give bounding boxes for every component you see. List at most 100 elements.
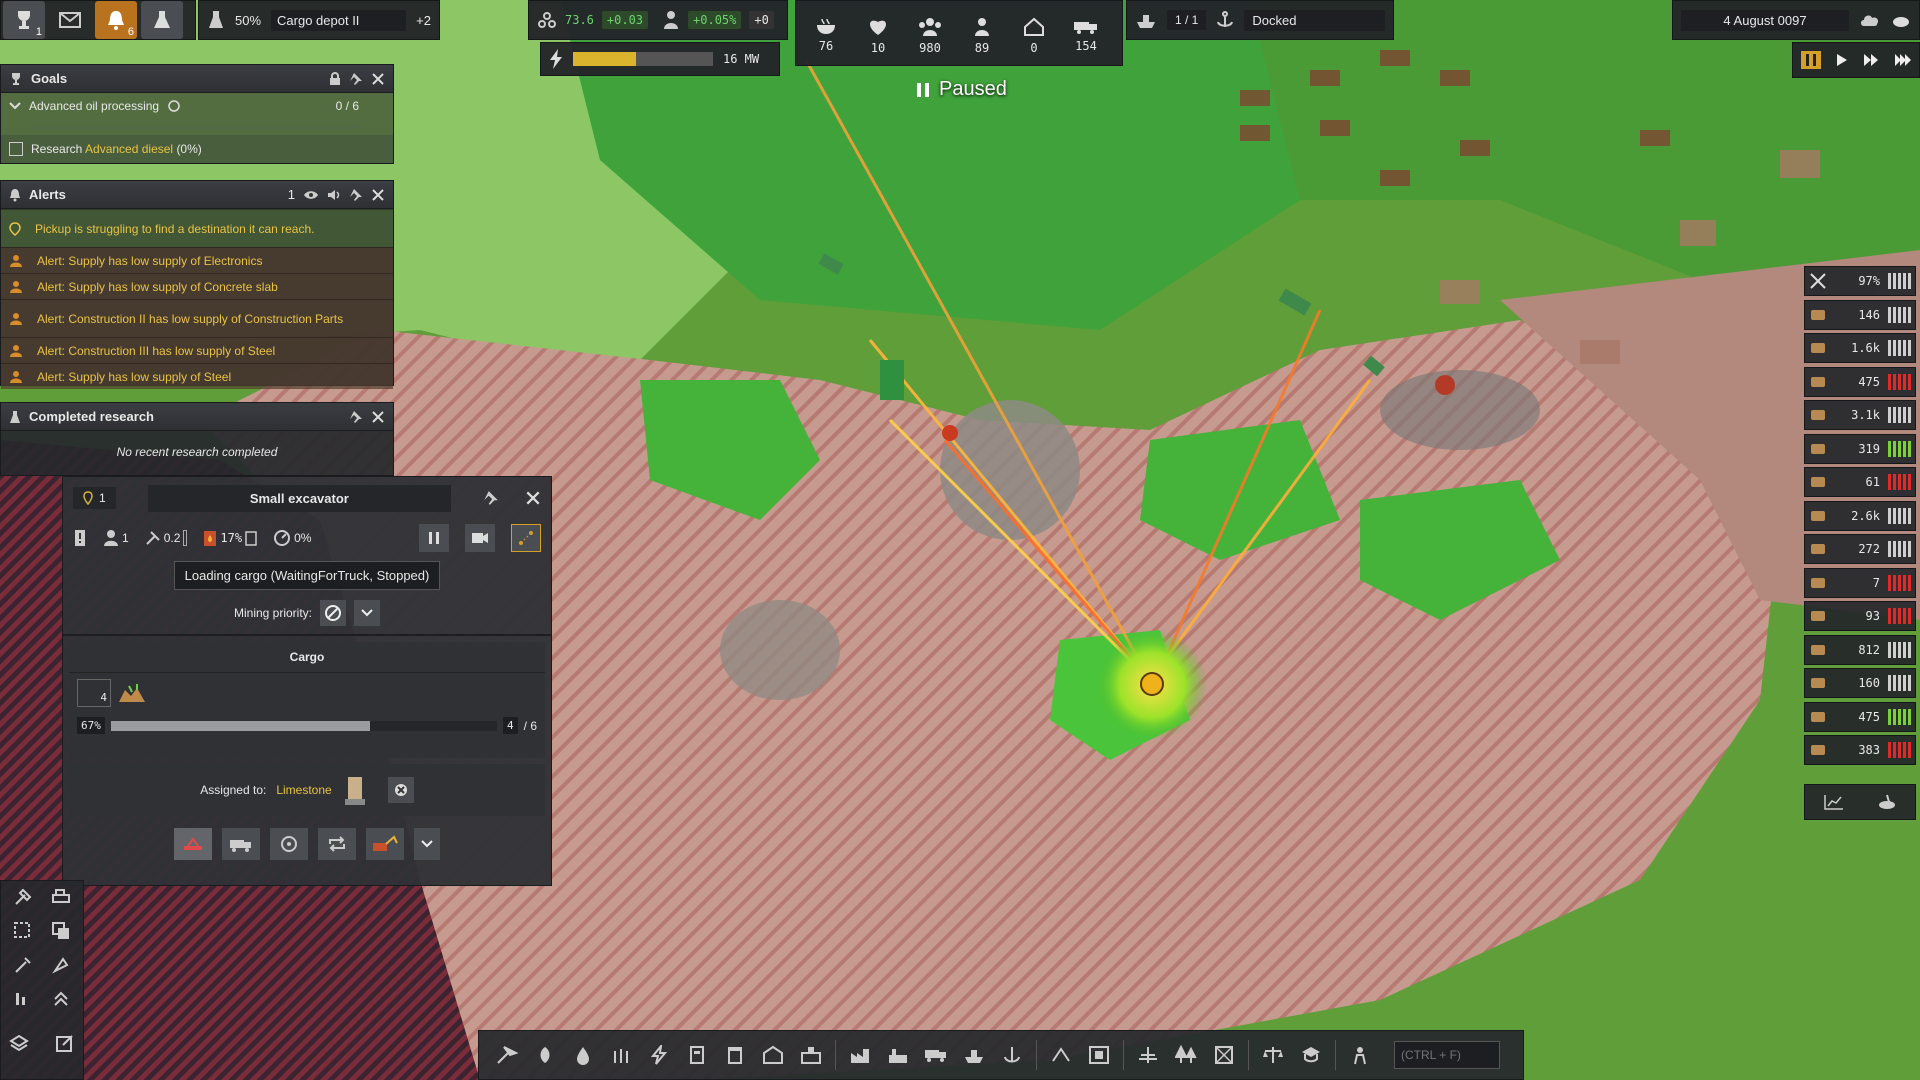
industry-category-icon[interactable]	[842, 1035, 878, 1075]
excavator-title[interactable]: Small excavator	[147, 484, 451, 512]
priority-dropdown-button[interactable]	[354, 600, 381, 626]
resource-row[interactable]: 146	[1804, 299, 1916, 330]
layers-icon[interactable]	[9, 1033, 29, 1053]
chevron-down-icon[interactable]	[9, 102, 21, 110]
workers-category-icon[interactable]	[1342, 1035, 1378, 1075]
balance-category-icon[interactable]	[1255, 1035, 1291, 1075]
location-pin-button[interactable]: 1	[73, 487, 116, 509]
close-icon[interactable]	[371, 188, 385, 202]
storage-bar[interactable]: 50% Cargo depot II +2	[198, 0, 440, 40]
stat-vehicles[interactable]: 154	[1060, 17, 1112, 55]
resource-row[interactable]: 3.1k	[1804, 400, 1916, 430]
resource-row[interactable]: 272	[1804, 534, 1916, 564]
pin-icon[interactable]	[483, 490, 499, 506]
resource-row[interactable]: 1.6k	[1804, 333, 1916, 363]
close-icon[interactable]	[525, 490, 541, 506]
resource-row[interactable]: 7	[1804, 567, 1916, 598]
loop-button[interactable]	[318, 828, 356, 860]
resource-row[interactable]: 160	[1804, 668, 1916, 698]
storage-category-icon[interactable]	[679, 1035, 715, 1075]
stat-population[interactable]: 980	[904, 17, 956, 55]
pin-icon[interactable]	[349, 410, 363, 424]
research-button[interactable]	[141, 1, 183, 39]
eyedropper-icon[interactable]	[9, 955, 37, 975]
pin-icon[interactable]	[349, 188, 363, 202]
vehicle-tool-icon[interactable]	[47, 887, 75, 907]
stat-health[interactable]: 10	[852, 17, 904, 55]
alert-item[interactable]: Alert: Construction II has low supply of…	[1, 299, 393, 337]
food-category-icon[interactable]	[603, 1035, 639, 1075]
alert-item[interactable]: Alert: Supply has low supply of Steel	[1, 363, 393, 389]
mining-category-icon[interactable]	[489, 1035, 525, 1075]
research-category-icon[interactable]	[1293, 1035, 1329, 1075]
edit-icon[interactable]	[55, 1033, 75, 1053]
goal-item[interactable]: Advanced oil processing 0 / 6	[1, 93, 393, 135]
goals-button[interactable]: 1	[3, 1, 45, 39]
waste-category-icon[interactable]	[717, 1035, 753, 1075]
recipes-icon[interactable]	[1877, 794, 1897, 810]
resource-row[interactable]: 383	[1804, 735, 1916, 765]
ship-category-icon[interactable]	[956, 1035, 992, 1075]
fast-forward-button[interactable]	[1863, 53, 1879, 67]
pause-button[interactable]	[1800, 51, 1821, 69]
cargo-item[interactable]: 4	[69, 673, 545, 713]
stats-chart-icon[interactable]	[1823, 794, 1844, 810]
stat-workers[interactable]: 89	[956, 17, 1008, 55]
levels-icon[interactable]	[9, 989, 37, 1009]
resource-row[interactable]: 61	[1804, 467, 1916, 497]
eye-icon[interactable]	[303, 190, 319, 200]
dock-category-icon[interactable]	[994, 1035, 1030, 1075]
resource-row[interactable]: 475	[1804, 366, 1916, 397]
alert-item[interactable]: Alert: Supply has low supply of Electron…	[1, 247, 393, 273]
lock-icon[interactable]	[329, 71, 341, 86]
task-highlight[interactable]: Advanced diesel	[85, 142, 173, 156]
build-search-input[interactable]	[1394, 1041, 1500, 1069]
resource-row[interactable]: 97%	[1804, 266, 1916, 296]
recolor-icon[interactable]	[47, 955, 75, 975]
trees-category-icon[interactable]	[1168, 1035, 1204, 1075]
pin-icon[interactable]	[349, 72, 363, 86]
stat-food[interactable]: 76	[800, 17, 852, 55]
sound-icon[interactable]	[327, 189, 341, 201]
cargo-depot-label[interactable]: Cargo depot II	[271, 9, 407, 31]
services-category-icon[interactable]	[793, 1035, 829, 1075]
actions-dropdown-button[interactable]	[414, 828, 440, 860]
fastest-button[interactable]	[1894, 53, 1912, 67]
messages-button[interactable]	[49, 1, 91, 39]
route-button[interactable]	[511, 524, 541, 552]
alert-item[interactable]: Alert: Supply has low supply of Concrete…	[1, 273, 393, 299]
decor-category-icon[interactable]	[1206, 1035, 1242, 1075]
upgrade-icon[interactable]	[47, 989, 75, 1009]
mine-designation-button[interactable]	[174, 828, 212, 860]
copy-icon[interactable]	[47, 921, 75, 941]
alert-item[interactable]: Alert: Construction III has low supply o…	[1, 337, 393, 363]
assigned-target[interactable]: Limestone	[276, 783, 331, 797]
resource-row[interactable]: 93	[1804, 601, 1916, 631]
pause-entity-button[interactable]	[419, 524, 449, 552]
select-area-icon[interactable]	[9, 921, 37, 941]
close-icon[interactable]	[371, 72, 385, 86]
smelting-category-icon[interactable]	[880, 1035, 916, 1075]
notifications-button[interactable]: 6	[95, 1, 137, 39]
conveyor-category-icon[interactable]	[1043, 1035, 1079, 1075]
task-checkbox[interactable]	[9, 142, 23, 156]
transport-category-icon[interactable]	[918, 1035, 954, 1075]
no-priority-icon[interactable]	[320, 600, 347, 626]
terrain-category-icon[interactable]	[1130, 1035, 1166, 1075]
cloud-icon[interactable]	[1891, 12, 1911, 28]
stat-housing[interactable]: 0	[1008, 17, 1060, 55]
water-category-icon[interactable]	[565, 1035, 601, 1075]
goal-task[interactable]: Research Advanced diesel (0%)	[1, 135, 393, 163]
resource-row[interactable]: 475	[1804, 701, 1916, 732]
build-tool-icon[interactable]	[9, 887, 37, 907]
assign-truck-button[interactable]	[222, 828, 260, 860]
close-icon[interactable]	[371, 410, 385, 424]
resource-row[interactable]: 812	[1804, 634, 1916, 665]
zones-category-icon[interactable]	[1081, 1035, 1117, 1075]
resource-row[interactable]: 2.6k	[1804, 500, 1916, 531]
farming-category-icon[interactable]	[527, 1035, 563, 1075]
excavator-upgrade-button[interactable]	[366, 828, 404, 860]
housing-category-icon[interactable]	[755, 1035, 791, 1075]
target-button[interactable]	[270, 828, 308, 860]
power-category-icon[interactable]	[641, 1035, 677, 1075]
